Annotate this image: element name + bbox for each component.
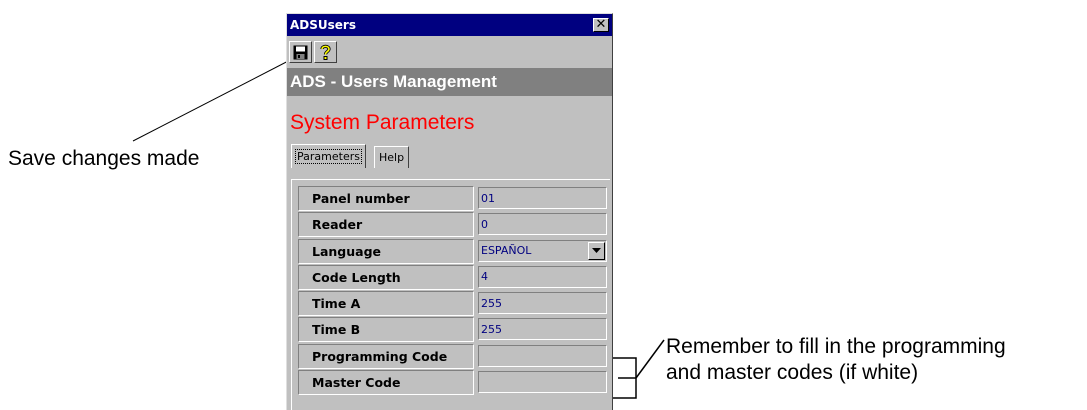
field-row-code-length: Code Length 4	[298, 264, 608, 290]
section-title-text: System Parameters	[290, 111, 475, 134]
tab-strip: Parameters Help	[287, 144, 612, 168]
close-button[interactable]: ✕	[593, 18, 609, 32]
tab-parameters-label: Parameters	[295, 149, 362, 164]
code-length-input[interactable]: 4	[478, 265, 607, 288]
field-label: Reader	[298, 212, 474, 238]
close-icon: ✕	[595, 17, 607, 32]
callout-codes-line2: and master codes (if white)	[666, 361, 919, 384]
floppy-disk-icon	[293, 45, 308, 59]
help-button[interactable]	[314, 41, 337, 63]
panel-number-input[interactable]: 01	[478, 187, 607, 209]
callout-save-text: Save changes made	[8, 147, 200, 170]
language-select-value: ESPAÑOL	[481, 244, 532, 258]
field-row-panel-number: Panel number 01	[298, 186, 608, 211]
field-row-time-a: Time A 255	[298, 291, 608, 317]
field-label: Master Code	[298, 370, 474, 396]
field-row-master-code: Master Code	[298, 370, 608, 396]
tab-help-label: Help	[379, 151, 405, 164]
chevron-down-icon	[592, 248, 601, 254]
field-row-programming-code: Programming Code	[298, 343, 608, 369]
language-dropdown-button[interactable]	[588, 241, 605, 260]
parameters-panel: Panel number 01 Reader 0 Language ESPAÑO…	[291, 179, 610, 410]
callout-codes-line1: Remember to fill in the programming	[666, 335, 1006, 358]
app-header: ADS - Users Management	[287, 68, 612, 96]
field-label: Panel number	[298, 186, 474, 211]
field-label: Time B	[298, 317, 474, 343]
reader-input[interactable]: 0	[478, 213, 607, 236]
language-select[interactable]: ESPAÑOL	[478, 239, 607, 262]
title-bar[interactable]: ADSUsers ✕	[287, 14, 612, 36]
field-row-language: Language ESPAÑOL	[298, 238, 608, 264]
question-mark-icon	[320, 44, 331, 60]
master-code-input[interactable]	[478, 371, 607, 394]
tab-help[interactable]: Help	[374, 146, 410, 168]
save-button[interactable]	[289, 41, 312, 63]
field-row-reader: Reader 0	[298, 212, 608, 238]
parameters-rows: Panel number 01 Reader 0 Language ESPAÑO…	[298, 186, 608, 396]
window-title: ADSUsers	[290, 18, 356, 32]
field-label: Time A	[298, 291, 474, 317]
time-b-input[interactable]: 255	[478, 318, 607, 341]
field-label: Programming Code	[298, 343, 474, 369]
field-label: Code Length	[298, 264, 474, 290]
callout-codes-text: Remember to fill in the programming and …	[666, 334, 1006, 386]
programming-code-input[interactable]	[478, 344, 607, 367]
time-a-input[interactable]: 255	[478, 292, 607, 315]
app-window: ADSUsers ✕ ADS - Users Management System…	[286, 13, 613, 410]
save-leader-line	[132, 56, 297, 142]
codes-leader-line	[635, 339, 665, 379]
app-header-title: ADS - Users Management	[290, 72, 497, 91]
field-label: Language	[298, 238, 474, 264]
toolbar	[287, 36, 612, 68]
field-row-time-b: Time B 255	[298, 317, 608, 343]
section-title: System Parameters	[287, 96, 612, 144]
tab-parameters[interactable]: Parameters	[291, 144, 366, 168]
